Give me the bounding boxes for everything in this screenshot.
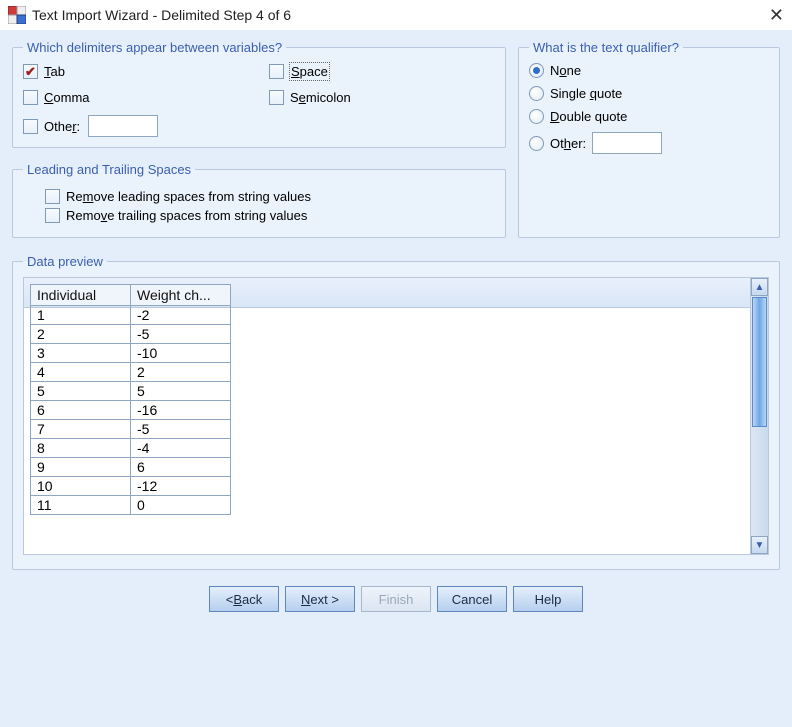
checkbox-icon: ✔ xyxy=(269,64,284,79)
table-cell: 7 xyxy=(31,420,131,439)
radio-icon xyxy=(529,86,544,101)
qualifier-other-label: Other: xyxy=(550,136,586,151)
help-button[interactable]: Help xyxy=(513,586,583,612)
delimiter-space[interactable]: ✔ Space xyxy=(269,63,495,80)
scroll-up-icon[interactable]: ▲ xyxy=(751,278,768,296)
table-row: 96 xyxy=(31,458,231,477)
table-row: 10-12 xyxy=(31,477,231,496)
qualifier-single[interactable]: Single quote xyxy=(529,86,769,101)
table-cell: 6 xyxy=(31,401,131,420)
delimiter-other[interactable]: ✔ Other: xyxy=(23,119,80,134)
table-cell: -2 xyxy=(131,306,231,325)
table-cell: -4 xyxy=(131,439,231,458)
table-row: 3-10 xyxy=(31,344,231,363)
leadtrail-legend: Leading and Trailing Spaces xyxy=(23,162,195,177)
table-cell: -5 xyxy=(131,325,231,344)
table-cell: 4 xyxy=(31,363,131,382)
vertical-scrollbar[interactable]: ▲ ▼ xyxy=(750,278,768,554)
scroll-down-icon[interactable]: ▼ xyxy=(751,536,768,554)
delimiter-tab[interactable]: ✔ Tab xyxy=(23,63,249,80)
qualifier-legend: What is the text qualifier? xyxy=(529,40,683,55)
table-cell: 5 xyxy=(131,382,231,401)
delimiter-space-label: Space xyxy=(290,63,329,80)
checkbox-icon: ✔ xyxy=(23,90,38,105)
data-preview-group: Data preview Individual Weight ch... 1-2… xyxy=(12,254,780,570)
delimiter-other-input[interactable] xyxy=(88,115,158,137)
table-row: 2-5 xyxy=(31,325,231,344)
delimiter-other-label: Other: xyxy=(44,119,80,134)
next-button[interactable]: Next > xyxy=(285,586,355,612)
radio-icon xyxy=(529,63,544,78)
column-header[interactable]: Weight ch... xyxy=(131,285,231,306)
delimiter-comma[interactable]: ✔ Comma xyxy=(23,90,249,105)
delimiter-comma-label: Comma xyxy=(44,90,90,105)
table-cell: 2 xyxy=(31,325,131,344)
wizard-buttons: < Back Next > Finish Cancel Help xyxy=(12,578,780,618)
leading-trailing-group: Leading and Trailing Spaces ✔ Remove lea… xyxy=(12,162,506,238)
checkbox-icon: ✔ xyxy=(45,189,60,204)
table-row: 55 xyxy=(31,382,231,401)
remove-leading-label: Remove leading spaces from string values xyxy=(66,189,311,204)
window-title: Text Import Wizard - Delimited Step 4 of… xyxy=(32,7,754,23)
qualifier-double-label: Double quote xyxy=(550,109,627,124)
table-cell: 8 xyxy=(31,439,131,458)
table-cell: -5 xyxy=(131,420,231,439)
table-cell: 2 xyxy=(131,363,231,382)
remove-leading[interactable]: ✔ Remove leading spaces from string valu… xyxy=(45,189,495,204)
delimiters-group: Which delimiters appear between variable… xyxy=(12,40,506,148)
qualifier-other-input[interactable] xyxy=(592,132,662,154)
cancel-button[interactable]: Cancel xyxy=(437,586,507,612)
preview-box: Individual Weight ch... 1-22-53-1042556-… xyxy=(23,277,769,555)
qualifier-other[interactable]: Other: xyxy=(529,132,769,154)
qualifier-single-label: Single quote xyxy=(550,86,622,101)
checkbox-icon: ✔ xyxy=(23,119,38,134)
titlebar: Text Import Wizard - Delimited Step 4 of… xyxy=(0,0,792,30)
preview-table: Individual Weight ch... 1-22-53-1042556-… xyxy=(30,284,231,515)
table-cell: 6 xyxy=(131,458,231,477)
delimiter-semicolon[interactable]: ✔ Semicolon xyxy=(269,90,495,105)
checkbox-icon: ✔ xyxy=(23,64,38,79)
table-row: 110 xyxy=(31,496,231,515)
scroll-thumb[interactable] xyxy=(752,297,767,427)
table-cell: 0 xyxy=(131,496,231,515)
checkbox-icon: ✔ xyxy=(45,208,60,223)
table-cell: -10 xyxy=(131,344,231,363)
delimiters-legend: Which delimiters appear between variable… xyxy=(23,40,286,55)
table-cell: -12 xyxy=(131,477,231,496)
preview-legend: Data preview xyxy=(23,254,107,269)
table-cell: 3 xyxy=(31,344,131,363)
content-area: Which delimiters appear between variable… xyxy=(0,30,792,624)
table-row: 8-4 xyxy=(31,439,231,458)
column-header[interactable]: Individual xyxy=(31,285,131,306)
table-row: 1-2 xyxy=(31,306,231,325)
checkbox-icon: ✔ xyxy=(269,90,284,105)
qualifier-none[interactable]: None xyxy=(529,63,769,78)
finish-button: Finish xyxy=(361,586,431,612)
table-cell: 1 xyxy=(31,306,131,325)
radio-icon xyxy=(529,136,544,151)
scroll-track[interactable] xyxy=(751,296,768,536)
table-row: 6-16 xyxy=(31,401,231,420)
qualifier-group: What is the text qualifier? None Single … xyxy=(518,40,780,238)
table-cell: 5 xyxy=(31,382,131,401)
close-icon[interactable]: ✕ xyxy=(754,5,784,26)
radio-icon xyxy=(529,109,544,124)
qualifier-double[interactable]: Double quote xyxy=(529,109,769,124)
back-button[interactable]: < Back xyxy=(209,586,279,612)
table-cell: 9 xyxy=(31,458,131,477)
qualifier-none-label: None xyxy=(550,63,581,78)
remove-trailing-label: Remove trailing spaces from string value… xyxy=(66,208,307,223)
table-cell: 11 xyxy=(31,496,131,515)
table-row: 7-5 xyxy=(31,420,231,439)
table-cell: 10 xyxy=(31,477,131,496)
app-icon xyxy=(8,6,26,24)
delimiter-tab-label: Tab xyxy=(44,64,65,79)
table-row: 42 xyxy=(31,363,231,382)
remove-trailing[interactable]: ✔ Remove trailing spaces from string val… xyxy=(45,208,495,223)
delimiter-semicolon-label: Semicolon xyxy=(290,90,351,105)
table-cell: -16 xyxy=(131,401,231,420)
